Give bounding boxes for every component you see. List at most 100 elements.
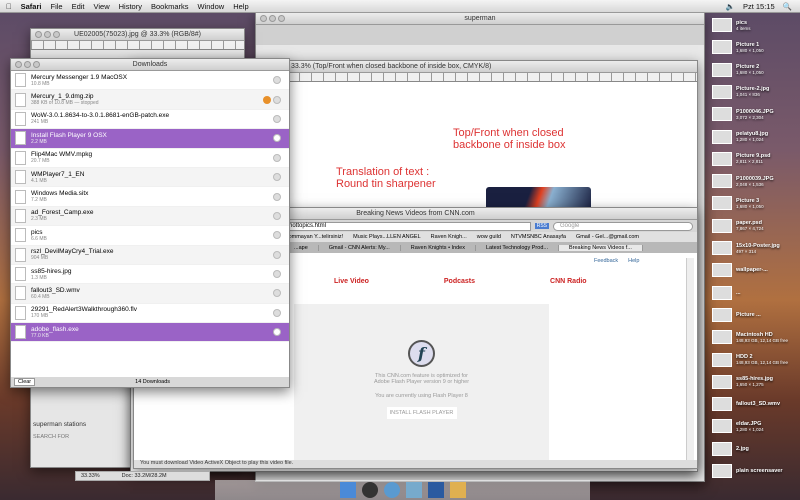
download-item[interactable]: WoW-3.0.1.8634-to-3.0.1.8681-enGB-patch.… <box>11 110 289 130</box>
download-item[interactable]: 29291_RedAlert3Walkthrough360.flv 170 MB <box>11 304 289 324</box>
desktop-icon[interactable]: Picture 9.psd 2,811 × 2,811 <box>712 151 771 166</box>
tab[interactable]: Latest Technology Prod... <box>476 244 559 251</box>
install-flash-button[interactable]: INSTALL FLASH PLAYER <box>386 407 457 419</box>
finder-title: superman <box>464 15 496 22</box>
clock[interactable]: Pzt 15:15 <box>743 2 775 11</box>
menu-view[interactable]: View <box>94 2 110 11</box>
safari-dock-icon[interactable] <box>383 482 400 498</box>
itunes-dock-icon[interactable] <box>405 482 422 498</box>
download-item[interactable]: ad_Forest_Camp.exe 2.3 MB <box>11 206 289 227</box>
desktop-icon[interactable]: 2.jpg <box>712 441 749 456</box>
bookmark[interactable]: Gmail - Gel...@gmail.com <box>576 234 639 240</box>
desktop-icon[interactable]: Picture ... <box>712 307 761 322</box>
volume-icon[interactable]: 🔈 <box>726 2 735 11</box>
download-name: pics <box>31 228 43 236</box>
tab[interactable]: Breaking News Videos f... <box>558 244 643 251</box>
bookmark[interactable]: ...ommayan Y...telirsiniz! <box>284 234 343 240</box>
file-thumbnail-icon <box>712 352 732 367</box>
tab[interactable]: Gmail - CNN Alerts: My... <box>319 244 401 251</box>
menu-window[interactable]: Window <box>198 2 225 11</box>
cnn-radio-link[interactable]: CNN Radio <box>550 278 587 285</box>
download-item[interactable]: ss85-hires.jpg 1.3 MB <box>11 265 289 285</box>
magnifier-icon[interactable] <box>273 211 281 220</box>
magnifier-icon[interactable] <box>273 270 281 279</box>
desktop-icon[interactable]: HDD 2 148,93 GB, 12,14 GB free <box>712 352 788 367</box>
menu-help[interactable]: Help <box>233 2 248 11</box>
magnifier-icon[interactable] <box>273 76 281 85</box>
desktop-icon[interactable]: P1000046.JPG 3,072 × 2,304 <box>712 107 774 122</box>
help-link[interactable]: Help <box>628 258 639 264</box>
desktop-icon-name: 2.jpg <box>736 445 749 452</box>
magnifier-icon[interactable] <box>273 95 281 104</box>
desktop-icon-info: 1,680 × 1,050 <box>736 47 764 53</box>
feedback-link[interactable]: Feedback <box>594 258 618 264</box>
finder-sidebar-item[interactable]: superman stations <box>33 421 86 428</box>
desktop-icon[interactable]: Picture-2.jpg 1,041 × 836 <box>712 84 769 99</box>
apple-menu-icon[interactable]:  <box>6 2 12 11</box>
photoshop-dock-icon[interactable] <box>427 482 444 498</box>
magnifier-icon[interactable] <box>273 173 281 182</box>
desktop-icon[interactable]: ... <box>712 285 741 300</box>
download-item[interactable]: Mercury_1_9.dmg.zip 388 KB of 10.8 MB — s… <box>11 90 289 110</box>
download-item[interactable]: adobe_flash.exe 77.0 KB <box>11 323 289 343</box>
download-item[interactable]: Mercury Messenger 1.9 MacOSX 10.8 MB <box>11 71 289 91</box>
reveal-icon[interactable] <box>273 134 281 143</box>
desktop-icon[interactable]: Picture 1 1,680 × 1,050 <box>712 40 764 55</box>
download-item[interactable]: Windows Media.sitx 7.2 MB <box>11 187 289 207</box>
magnifier-icon[interactable] <box>273 289 281 298</box>
desktop-icon[interactable]: 15x10-Poster.jpg 497 × 314 <box>712 241 780 255</box>
bookmark[interactable]: NTVMSNBC Anasayfa <box>511 234 566 240</box>
bookmark[interactable]: Music Plays...LLEN ANGEL <box>353 234 421 240</box>
download-size: 60.4 MB <box>31 293 50 300</box>
menu-app[interactable]: Safari <box>21 2 42 11</box>
finder-dock-icon[interactable] <box>339 482 356 498</box>
magnifier-icon[interactable] <box>273 114 281 123</box>
desktop-icon[interactable]: Macintosh HD 148,93 GB, 12,14 GB free <box>712 330 788 345</box>
download-item[interactable]: Flip4Mac WMV.mpkg 20.7 MB <box>11 149 289 168</box>
rss-badge[interactable]: RSS <box>534 223 549 229</box>
download-size: 2.3 MB <box>31 216 47 223</box>
live-video-link[interactable]: Live Video <box>334 278 369 285</box>
download-item[interactable]: Install Flash Player 9 OSX 2.2 MB <box>11 129 289 149</box>
search-input[interactable]: Google <box>553 221 693 231</box>
clear-button[interactable]: Clear <box>14 378 36 386</box>
ps-zoom-level[interactable]: 33.33% <box>81 473 100 479</box>
file-thumbnail-icon <box>712 374 732 389</box>
menu-bookmarks[interactable]: Bookmarks <box>151 2 189 11</box>
desktop-icon[interactable]: wallpaper-... <box>712 263 768 278</box>
desktop-icon[interactable]: fallout3_SD.wmv <box>712 397 780 412</box>
desktop-icon[interactable]: plain screensaver <box>712 464 782 478</box>
magnifier-icon[interactable] <box>273 250 281 259</box>
magnifier-icon[interactable] <box>273 308 281 317</box>
menu-file[interactable]: File <box>50 2 62 11</box>
magnifier-icon[interactable] <box>273 153 281 162</box>
desktop-icon[interactable]: eldar.JPG 1,280 × 1,024 <box>712 419 764 434</box>
bookmark[interactable]: wow guild <box>477 234 501 240</box>
download-item[interactable]: pics 6.6 MB <box>11 226 289 246</box>
dock <box>215 480 590 500</box>
desktop-icon[interactable]: pics 4 items <box>712 18 751 32</box>
desktop-icon[interactable]: Picture 3 1,680 × 1,050 <box>712 196 764 211</box>
file-icon <box>15 286 26 301</box>
desktop-icon[interactable]: P1000039.JPG 2,048 × 1,536 <box>712 174 774 189</box>
bookmark[interactable]: Raven Knigh... <box>431 234 467 240</box>
desktop-icon[interactable]: Picture 2 1,680 × 1,050 <box>712 62 764 77</box>
download-item[interactable]: rszl_DevilMayCry4_Trial.exe 904 MB <box>11 245 289 265</box>
download-item[interactable]: fallout3_SD.wmv 60.4 MB <box>11 284 289 304</box>
spotlight-icon[interactable]: 🔍 <box>783 2 792 11</box>
dock-icon[interactable] <box>449 482 466 498</box>
menu-history[interactable]: History <box>119 2 142 11</box>
magnifier-icon[interactable] <box>273 192 281 201</box>
resume-icon[interactable] <box>263 95 271 104</box>
menu-edit[interactable]: Edit <box>72 2 85 11</box>
desktop-icon[interactable]: pelatyu8.jpg 1,280 × 1,024 <box>712 129 768 144</box>
download-item[interactable]: WMPlayer7_1_EN 4.1 MB <box>11 167 289 188</box>
desktop-icon[interactable]: ss85-hires.jpg 1,650 × 1,275 <box>712 374 773 389</box>
tab[interactable]: Raven Knights • Index <box>401 244 476 251</box>
desktop-icon[interactable]: paper.psd 7,867 × 4,724 <box>712 218 764 233</box>
podcasts-link[interactable]: Podcasts <box>444 278 475 285</box>
reveal-icon[interactable] <box>273 328 281 337</box>
scrollbar[interactable] <box>686 258 694 463</box>
dock-icon[interactable] <box>361 482 378 498</box>
magnifier-icon[interactable] <box>273 231 281 240</box>
